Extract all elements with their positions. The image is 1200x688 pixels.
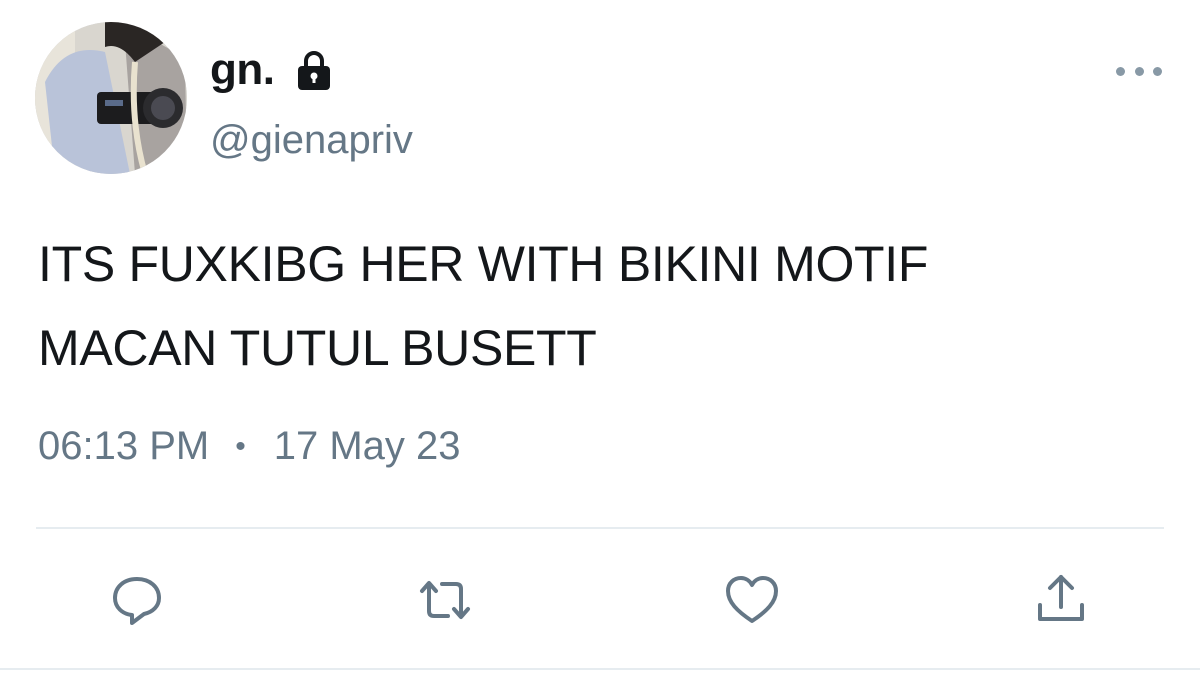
share-icon (1038, 575, 1084, 621)
like-button[interactable] (722, 570, 782, 630)
tweet-text-line: ITS FUXKIBG HER WITH BIKINI MOTIF (38, 236, 929, 292)
tweet-time[interactable]: 06:13 PM (38, 424, 209, 469)
retweet-icon (420, 581, 470, 619)
action-bar (0, 570, 1200, 630)
tweet-text: ITS FUXKIBG HER WITH BIKINI MOTIF MACAN … (38, 222, 1158, 390)
lock-icon (292, 48, 336, 92)
more-options-button[interactable] (1116, 56, 1162, 86)
avatar-image (35, 22, 187, 174)
tweet-detail: gn. @gienapriv ITS FUXKIBG HER WITH BIKI… (0, 0, 1200, 688)
like-icon (726, 576, 778, 623)
more-dot-icon (1153, 66, 1162, 76)
share-button[interactable] (1031, 570, 1091, 630)
more-dot-icon (1134, 66, 1144, 76)
more-dot-icon (1116, 66, 1125, 76)
divider (36, 527, 1164, 529)
separator-dot: • (235, 429, 246, 463)
reply-button[interactable] (107, 570, 167, 630)
tweet-date[interactable]: 17 May 23 (274, 424, 461, 469)
avatar[interactable] (35, 22, 187, 174)
retweet-button[interactable] (415, 570, 475, 630)
tweet-timestamp: 06:13 PM • 17 May 23 (38, 424, 461, 469)
user-name-row: gn. (210, 42, 336, 98)
reply-icon (113, 577, 161, 625)
display-name[interactable]: gn. (210, 45, 275, 95)
user-handle[interactable]: @gienapriv (210, 118, 413, 163)
tweet-text-line: MACAN TUTUL BUSETT (38, 320, 597, 376)
divider (0, 668, 1200, 670)
